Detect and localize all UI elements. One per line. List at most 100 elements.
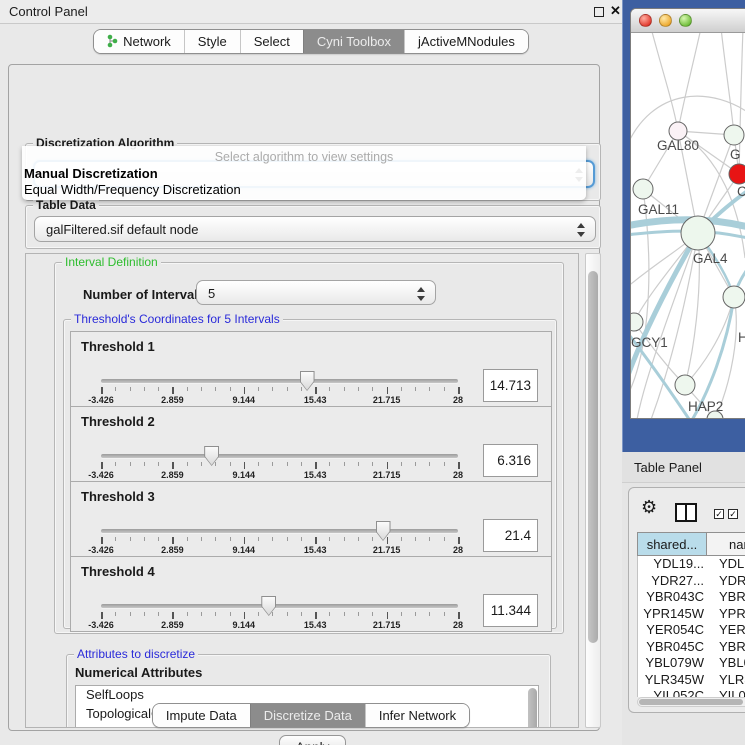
tab-style[interactable]: Style (184, 30, 240, 53)
threshold-value-field[interactable]: 11.344 (483, 594, 538, 627)
node-GCY1[interactable] (631, 313, 643, 331)
network-graph: GAL80GCGAL11GAL4GCY1HHAP2 (631, 33, 745, 419)
checkbox-checked-icon[interactable]: ✓ (728, 509, 738, 519)
table-row[interactable]: YDR27...YDR27 (638, 573, 745, 590)
slider-tick-labels: -3.4262.8599.14415.4321.71528 (101, 545, 458, 556)
table-data-value: galFiltered.sif default node (46, 222, 198, 237)
interval-definition-group: Interval Definition Number of Intervals … (54, 262, 564, 634)
slider-track[interactable] (101, 529, 458, 533)
number-of-intervals-label: Number of Intervals (83, 287, 205, 302)
cell-shared-name: YBR045C (638, 639, 707, 656)
slider-ticks (101, 387, 458, 395)
option-equal-width-frequency[interactable]: Equal Width/Frequency Discretization (24, 182, 241, 197)
table-row[interactable]: YPR145WYPR14 (638, 606, 745, 623)
tab-jactivemnodules[interactable]: jActiveMNodules (404, 30, 528, 53)
table-data-label: Table Data (33, 198, 99, 212)
table-row[interactable]: YER054CYER05 (638, 622, 745, 639)
split-columns-icon[interactable] (675, 503, 697, 522)
cell-name: YER05 (707, 622, 745, 639)
threshold-rows: Threshold 1-3.4262.8599.14415.4321.71528… (70, 332, 552, 632)
node-C[interactable] (729, 164, 745, 184)
attributes-group-label: Attributes to discretize (74, 647, 198, 661)
tab-cyni-toolbox[interactable]: Cyni Toolbox (303, 30, 404, 53)
table-data-combobox[interactable]: galFiltered.sif default node (34, 216, 596, 242)
cell-name: YDL19 (707, 556, 745, 573)
tab-select[interactable]: Select (240, 30, 303, 53)
node-GAL4[interactable] (681, 216, 715, 250)
node-H[interactable] (723, 286, 745, 308)
threshold-value-field[interactable]: 21.4 (483, 519, 538, 552)
table-row[interactable]: YBR045CYBR04 (638, 639, 745, 656)
node-label: G (730, 147, 741, 162)
main-scrollbar[interactable] (585, 253, 601, 728)
close-traffic-light-icon[interactable] (639, 14, 652, 27)
gear-icon[interactable]: ⚙ (641, 497, 657, 518)
cell-shared-name: YLR345W (638, 672, 707, 689)
network-edge (631, 233, 698, 381)
minimize-traffic-light-icon[interactable] (659, 14, 672, 27)
threshold-row: Threshold 1-3.4262.8599.14415.4321.71528… (70, 331, 552, 407)
close-icon[interactable]: ✕ (610, 3, 621, 19)
node-G[interactable] (724, 125, 744, 145)
column-header-name[interactable]: name (707, 533, 745, 555)
table-data-group: Table Data galFiltered.sif default node (25, 205, 601, 249)
slider-ticks (101, 537, 458, 545)
option-manual-discretization[interactable]: Manual Discretization (24, 166, 158, 181)
algorithm-dropdown-popup: Select algorithm to view settings Manual… (22, 146, 586, 200)
apply-button[interactable]: Apply (279, 735, 346, 745)
threshold-row: Threshold 3-3.4262.8599.14415.4321.71528… (70, 481, 552, 557)
threshold-label: Threshold 4 (81, 564, 155, 579)
tab-network[interactable]: Network (94, 30, 184, 53)
float-window-icon[interactable] (594, 7, 604, 17)
network-edge (685, 297, 734, 385)
threshold-value-field[interactable]: 14.713 (483, 369, 538, 402)
cell-shared-name: YBL079W (638, 655, 707, 672)
tab-label: Impute Data (166, 708, 237, 723)
cell-name: YIL05 (707, 688, 745, 697)
slider-track[interactable] (101, 454, 458, 458)
zoom-traffic-light-icon[interactable] (679, 14, 692, 27)
table-row[interactable]: YLR345WYLR34 (638, 672, 745, 689)
table-header-row: shared... name (637, 532, 745, 556)
table-panel-title: Table Panel (634, 460, 702, 475)
network-window: GAL80GCGAL11GAL4GCY1HHAP2 (630, 8, 745, 419)
cell-name: YDR27 (707, 573, 745, 590)
node-label: C (737, 184, 745, 199)
table-row[interactable]: YBR043CYBR04 (638, 589, 745, 606)
slider-track[interactable] (101, 604, 458, 608)
node-table: shared... name YDL19...YDL19YDR27...YDR2… (637, 532, 745, 697)
attribute-item[interactable]: SelfLoops (76, 686, 538, 705)
cell-shared-name: YBR043C (638, 589, 707, 606)
slider-tick-labels: -3.4262.8599.14415.4321.71528 (101, 620, 458, 631)
node-label: H (738, 330, 745, 345)
tab-infer-network[interactable]: Infer Network (365, 704, 469, 727)
tab-discretize-data[interactable]: Discretize Data (250, 704, 365, 727)
slider-tick-labels: -3.4262.8599.14415.4321.71528 (101, 395, 458, 406)
main-scrollbar-thumb[interactable] (588, 271, 598, 643)
slider-ticks (101, 462, 458, 470)
threshold-value-field[interactable]: 6.316 (483, 444, 538, 477)
network-canvas[interactable]: GAL80GCGAL11GAL4GCY1HHAP2 (631, 33, 745, 419)
slider-track[interactable] (101, 379, 458, 383)
network-window-titlebar[interactable] (631, 9, 745, 33)
node-GAL11[interactable] (633, 179, 653, 199)
window-title: Control Panel (9, 4, 88, 19)
table-panel-titlebar: Table Panel (622, 452, 745, 483)
number-of-intervals-combobox[interactable]: 5 (196, 280, 436, 305)
table-row[interactable]: YDL19...YDL19 (638, 556, 745, 573)
table-hscroll-thumb[interactable] (639, 699, 743, 705)
node-HAP2[interactable] (675, 375, 695, 395)
table-horizontal-scrollbar[interactable] (637, 697, 745, 707)
checkbox-checked-icon[interactable]: ✓ (714, 509, 724, 519)
control-panel-titlebar: Control Panel ✕ (0, 0, 622, 24)
table-row[interactable]: YIL052CYIL05 (638, 688, 745, 697)
combo-arrows-icon (417, 286, 425, 302)
network-edge (721, 33, 734, 135)
node-label: GAL80 (657, 138, 699, 153)
network-edge (678, 33, 701, 131)
column-header-shared[interactable]: shared... (638, 533, 707, 555)
tab-impute-data[interactable]: Impute Data (153, 704, 250, 727)
cell-shared-name: YIL052C (638, 688, 707, 697)
table-row[interactable]: YBL079WYBL07 (638, 655, 745, 672)
tab-label: Cyni Toolbox (317, 34, 391, 49)
